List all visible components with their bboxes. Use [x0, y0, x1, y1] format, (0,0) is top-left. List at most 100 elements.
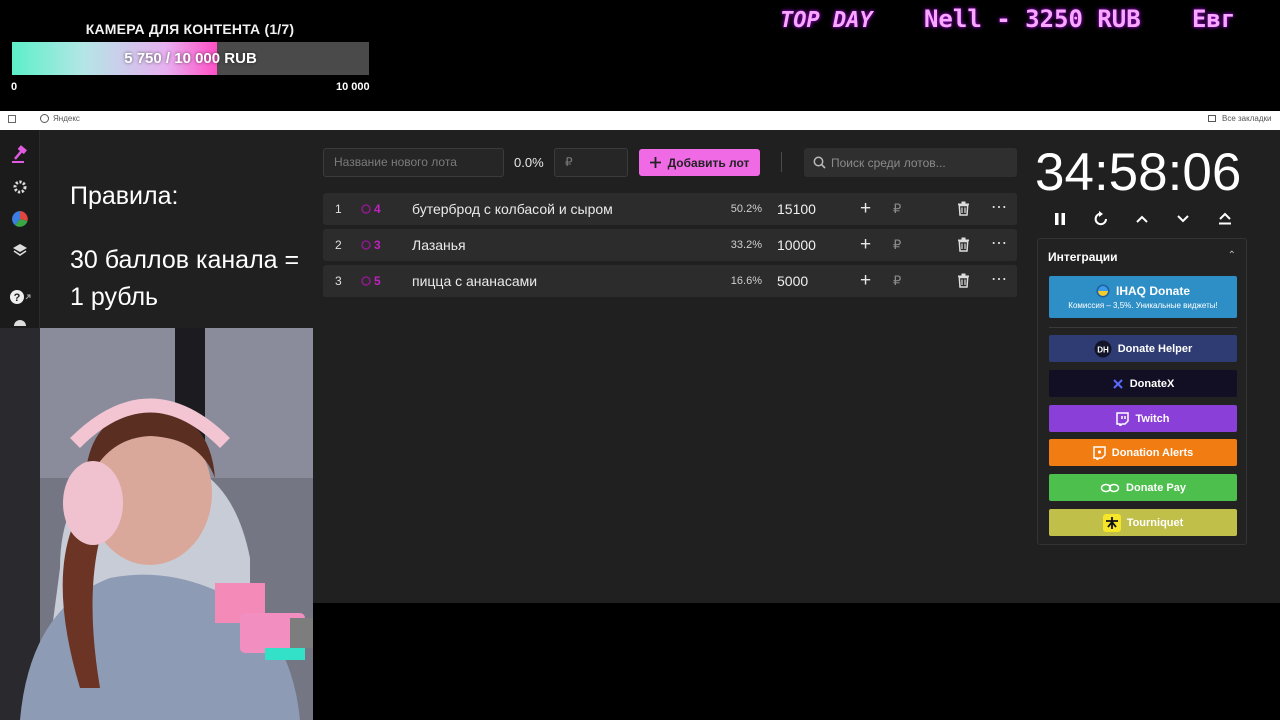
lot-favorites-count: 3 [374, 238, 381, 252]
lot-favorites-count: 4 [374, 202, 381, 216]
search-placeholder: Поиск среди лотов... [831, 156, 946, 170]
add-amount-button[interactable]: + [860, 234, 871, 256]
sidebar-help-button[interactable]: ? [8, 285, 32, 309]
donate-helper-button[interactable]: DH Donate Helper [1049, 335, 1237, 362]
add-lot-button[interactable]: Добавить лот [639, 149, 760, 176]
decrease-time-button[interactable] [1172, 208, 1194, 230]
goal-progress-bar: 5 750 / 10 000 RUB [12, 42, 369, 75]
integration-label: Donate Pay [1126, 481, 1186, 494]
sidebar-layers-button[interactable] [8, 239, 32, 263]
new-lot-name-input[interactable]: Название нового лота [323, 148, 504, 177]
more-options-icon[interactable]: ⋯ [991, 233, 1008, 253]
collapse-icon[interactable]: ⌃ [1228, 250, 1236, 261]
donate-helper-icon: DH [1094, 340, 1112, 358]
goal-max-label: 10 000 [336, 81, 370, 93]
svg-text:DH: DH [1097, 345, 1109, 354]
lot-number: 3 [335, 274, 342, 288]
all-bookmarks[interactable]: Все закладки [1222, 114, 1271, 123]
stream-overlay-top: КАМЕРА ДЛЯ КОНТЕНТА (1/7) 5 750 / 10 000… [0, 0, 1280, 116]
lot-favorites-count: 5 [374, 274, 381, 288]
chevron-up-icon [1136, 215, 1148, 223]
integrations-divider [1049, 327, 1237, 328]
eject-icon [1219, 212, 1231, 225]
twitch-icon [1116, 411, 1130, 426]
rules-panel: Правила: 30 баллов канала = 1 рубль [70, 178, 310, 316]
integration-label: Donation Alerts [1111, 446, 1194, 459]
lot-name[interactable]: Лазанья [412, 237, 466, 253]
twitch-button[interactable]: Twitch [1049, 405, 1237, 432]
lot-name[interactable]: бутерброд с колбасой и сыром [412, 201, 613, 217]
gavel-icon [12, 145, 27, 163]
lot-favorites: 5 [361, 274, 381, 288]
apps-grid-icon[interactable] [8, 115, 16, 123]
pause-button[interactable] [1049, 208, 1071, 230]
timer-display: 34:58:06 [1035, 143, 1242, 202]
lot-row[interactable]: 1 4 бутерброд с колбасой и сыром 50.2% 15100… [323, 193, 1017, 225]
lot-row[interactable]: 3 5 пицца с ананасами 16.6% 5000 + ₽ ⋯ [323, 265, 1017, 297]
double-up-button[interactable] [1214, 208, 1236, 230]
pie-chart-icon [12, 211, 28, 227]
ticker-item: TOP DAY [780, 8, 873, 33]
tourniquet-button[interactable]: Tourniquet [1049, 509, 1237, 536]
help-icon: ? [10, 290, 31, 304]
integration-label: Donate Helper [1117, 342, 1193, 355]
ihaq-donate-button[interactable]: IHAQ Donate Комиссия – 3,5%. Уникальные … [1049, 276, 1237, 318]
new-lot-amount-input[interactable]: ₽ [554, 148, 628, 177]
donate-pay-icon [1100, 483, 1120, 493]
increase-time-button[interactable] [1131, 208, 1153, 230]
lot-row[interactable]: 2 3 Лазанья 33.2% 10000 + ₽ ⋯ [323, 229, 1017, 261]
donatex-icon [1112, 378, 1124, 390]
donatex-button[interactable]: DonateX [1049, 370, 1237, 397]
goal-progress-text: 5 750 / 10 000 RUB [124, 50, 257, 67]
add-lot-label: Добавить лот [667, 155, 750, 170]
delete-lot-icon[interactable] [957, 201, 970, 216]
lot-amount[interactable]: 15100 [777, 201, 816, 217]
delete-lot-icon[interactable] [957, 237, 970, 252]
donation-alerts-button[interactable]: Donation Alerts [1049, 439, 1237, 466]
lot-name[interactable]: пицца с ананасами [412, 273, 537, 289]
toolbar-divider [781, 152, 782, 172]
add-amount-button[interactable]: + [860, 198, 871, 220]
bookmark-yandex[interactable]: Яндекс [53, 114, 80, 123]
lot-amount[interactable]: 10000 [777, 237, 816, 253]
donate-pay-button[interactable]: Donate Pay [1049, 474, 1237, 501]
ihaq-icon [1096, 284, 1110, 298]
integration-label: Twitch [1135, 412, 1170, 425]
svg-text:?: ? [14, 292, 21, 304]
sidebar-settings-button[interactable] [8, 175, 32, 199]
donation-ticker: TOP DAY Nell - 3250 RUB Евг [780, 5, 1280, 37]
ticker-item: Nell - 3250 RUB [923, 5, 1141, 33]
reset-timer-button[interactable] [1090, 208, 1112, 230]
lot-amount[interactable]: 5000 [777, 273, 808, 289]
umbrella-icon [14, 320, 26, 326]
lot-currency-input[interactable]: ₽ [893, 273, 901, 289]
more-options-icon[interactable]: ⋯ [991, 197, 1008, 217]
lot-share: 33.2% [730, 239, 762, 251]
integration-label: Tourniquet [1126, 516, 1184, 529]
folder-icon [1208, 115, 1216, 122]
lot-search-input[interactable]: Поиск среди лотов... [804, 148, 1017, 177]
delete-lot-icon[interactable] [957, 273, 970, 288]
more-options-icon[interactable]: ⋯ [991, 269, 1008, 289]
webcam-image [0, 328, 313, 720]
ihaq-label: IHAQ Donate [1115, 284, 1190, 298]
new-lot-percent: 0.0% [514, 155, 544, 170]
sidebar-auction-button[interactable] [8, 143, 32, 167]
sidebar-extra-button[interactable] [8, 318, 32, 328]
lot-favorites: 3 [361, 238, 381, 252]
browser-bookmarks-bar: Яндекс Все закладки [0, 111, 1280, 130]
lot-currency-input[interactable]: ₽ [893, 237, 901, 253]
lot-currency-input[interactable]: ₽ [893, 201, 901, 217]
sidebar-wheel-button[interactable] [8, 207, 32, 231]
yandex-icon [40, 114, 49, 123]
reset-icon [1094, 211, 1107, 226]
integration-label: DonateX [1129, 377, 1175, 390]
add-amount-button[interactable]: + [860, 270, 871, 292]
lot-number: 1 [335, 202, 342, 216]
chevron-down-icon [1177, 215, 1189, 223]
lot-favorites: 4 [361, 202, 381, 216]
goal-title: КАМЕРА ДЛЯ КОНТЕНТА (1/7) [85, 21, 295, 37]
stream-overlay-bottom [313, 603, 1280, 720]
channel-points-icon [361, 276, 371, 286]
lot-share: 16.6% [730, 275, 762, 287]
